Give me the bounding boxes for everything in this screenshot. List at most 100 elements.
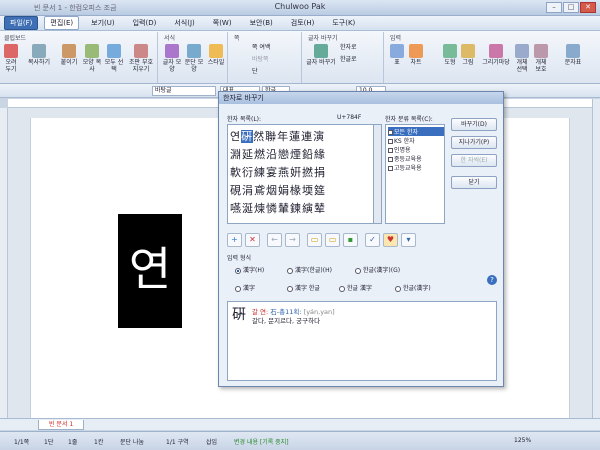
- table-button[interactable]: 표: [390, 44, 404, 66]
- category-list[interactable]: 모든 한자 KS 한자 인명용 중등교육용 고등교육용: [385, 124, 445, 224]
- hanja-item[interactable]: 煙: [290, 148, 302, 161]
- hanja-item[interactable]: 椽: [290, 184, 302, 197]
- hanja-row[interactable]: 硯涓鳶烟娟椽堧筵: [230, 182, 326, 198]
- hanja-row[interactable]: 軟衍練宴燕姸撚捐: [230, 164, 326, 180]
- hanja-item[interactable]: 緣: [314, 148, 326, 161]
- hanja-item[interactable]: 鉛: [302, 148, 314, 161]
- para-shape-button[interactable]: 문단 모양: [184, 44, 204, 73]
- menu-review[interactable]: 검토(H): [285, 16, 321, 30]
- replace-button[interactable]: 바꾸기(D): [451, 118, 497, 131]
- hanja-item[interactable]: 衍: [242, 166, 254, 179]
- select-all-button[interactable]: 모두 선택: [104, 44, 124, 73]
- hanja-item[interactable]: 宴: [266, 166, 278, 179]
- to-hanja-button[interactable]: 한자로: [340, 44, 380, 51]
- format-radio[interactable]: 한글 漢字: [339, 283, 372, 292]
- skip-button[interactable]: 지나가기(P): [451, 136, 497, 149]
- category-item[interactable]: 모든 한자: [388, 127, 444, 136]
- hanja-row[interactable]: 연硏然聯年蓮連演: [230, 128, 325, 144]
- folder-icon[interactable]: ▭: [325, 233, 340, 247]
- hanja-item[interactable]: 燕: [278, 166, 290, 179]
- hanja-item[interactable]: 烟: [266, 184, 278, 197]
- selected-character[interactable]: 연: [118, 214, 182, 328]
- hanja-item[interactable]: 撚: [302, 166, 314, 179]
- hanja-item[interactable]: 鳶: [254, 184, 266, 197]
- menu-view[interactable]: 보기(U): [85, 16, 120, 30]
- minimize-button[interactable]: –: [546, 2, 562, 13]
- document-tab[interactable]: 빈 문서 1: [38, 420, 85, 430]
- picture-button[interactable]: 그림: [460, 44, 476, 66]
- hanja-item[interactable]: 辇: [314, 202, 326, 215]
- to-hangul-button[interactable]: 한글로: [340, 56, 380, 63]
- margin-button[interactable]: 쪽 여백: [252, 44, 300, 51]
- char-shape-button[interactable]: 글자 모양: [162, 44, 182, 73]
- hanja-item[interactable]: 煉: [254, 202, 266, 215]
- status-track-changes[interactable]: 변경 내용 [기록 중지]: [234, 437, 289, 446]
- close-dialog-button[interactable]: 닫기: [451, 176, 497, 189]
- style-button[interactable]: 스타일: [206, 44, 226, 66]
- category-item[interactable]: 고등교육용: [388, 163, 422, 172]
- hanja-item[interactable]: 練: [254, 166, 266, 179]
- hanja-item[interactable]: 鍊: [290, 202, 302, 215]
- delete-icon[interactable]: ✕: [245, 233, 260, 247]
- master-page-button[interactable]: 바탕쪽: [252, 56, 300, 63]
- format-radio[interactable]: 漢字: [235, 283, 255, 292]
- add-icon[interactable]: +: [227, 233, 242, 247]
- hanja-item[interactable]: 然: [253, 130, 265, 143]
- hanja-item[interactable]: 戀: [278, 148, 290, 161]
- shape-button[interactable]: 도형: [442, 44, 458, 66]
- maximize-button[interactable]: □: [563, 2, 579, 13]
- hanja-item[interactable]: 연: [230, 130, 241, 143]
- hanja-item[interactable]: 蓮: [289, 130, 301, 143]
- paste-button[interactable]: 붙이기: [58, 44, 80, 66]
- hanja-item[interactable]: 憐: [266, 202, 278, 215]
- menu-page[interactable]: 쪽(W): [207, 16, 238, 30]
- category-item[interactable]: KS 한자: [388, 136, 415, 145]
- clear-codes-button[interactable]: 조판 부호 지우기: [126, 44, 156, 73]
- category-item[interactable]: 인명용: [388, 145, 411, 154]
- menu-insert[interactable]: 입력(D): [127, 16, 163, 30]
- object-protect-button[interactable]: 개체 보호: [532, 44, 550, 73]
- hanja-item[interactable]: 演: [313, 130, 325, 143]
- style-select[interactable]: 바탕글: [152, 86, 216, 96]
- hanja-item[interactable]: 軟: [230, 166, 242, 179]
- column-button[interactable]: 단: [252, 68, 300, 75]
- hanja-item[interactable]: 延: [242, 148, 254, 161]
- status-mode[interactable]: 삽입: [206, 437, 217, 446]
- zoom-level[interactable]: 125%: [514, 437, 531, 444]
- hanja-item[interactable]: 年: [277, 130, 289, 143]
- menu-file[interactable]: 파일(F): [4, 16, 39, 30]
- menu-security[interactable]: 보안(B): [244, 16, 279, 30]
- menu-tools[interactable]: 도구(K): [326, 16, 361, 30]
- format-radio[interactable]: 漢字(한글)(H): [287, 265, 332, 274]
- symbol-button[interactable]: 문자표: [562, 44, 584, 66]
- format-copy-button[interactable]: 모양 복사: [82, 44, 102, 73]
- hanja-list[interactable]: 연硏然聯年蓮連演 淵延燃沿戀煙鉛緣 軟衍練宴燕姸撚捐 硯涓鳶烟娟椽堧筵 嚥涎煉憐…: [227, 124, 374, 224]
- menu-format[interactable]: 서식(J): [168, 16, 200, 30]
- hanja-item[interactable]: 聯: [265, 130, 277, 143]
- hanja-item[interactable]: 娟: [278, 184, 290, 197]
- menu-edit[interactable]: 편집(E): [44, 16, 80, 30]
- cut-button[interactable]: 오려 두기: [2, 44, 20, 73]
- heart-icon[interactable]: ♥: [383, 233, 398, 247]
- hanja-item[interactable]: 淵: [230, 148, 242, 161]
- arrow-left-icon[interactable]: ←: [267, 233, 282, 247]
- drawing-button[interactable]: 그리기마당: [480, 44, 512, 66]
- dropdown-icon[interactable]: ▾: [401, 233, 416, 247]
- category-item[interactable]: 중등교육용: [388, 154, 422, 163]
- hanja-item[interactable]: 堧: [302, 184, 314, 197]
- save-icon[interactable]: ▪: [343, 233, 358, 247]
- format-radio[interactable]: 한글(漢字)(G): [355, 265, 400, 274]
- hanja-item[interactable]: 沿: [266, 148, 278, 161]
- hanja-item[interactable]: 姸: [290, 166, 302, 179]
- hanja-item[interactable]: 筵: [314, 184, 326, 197]
- chart-button[interactable]: 차트: [408, 44, 424, 66]
- hanja-item[interactable]: 輦: [278, 202, 290, 215]
- format-radio[interactable]: 한글(漢字): [395, 283, 431, 292]
- close-button[interactable]: ✕: [580, 2, 596, 13]
- object-select-button[interactable]: 개체 선택: [514, 44, 530, 73]
- folder-open-icon[interactable]: ▭: [307, 233, 322, 247]
- char-convert-button[interactable]: 글자 바꾸기: [306, 44, 336, 66]
- hanja-item-selected[interactable]: 硏: [241, 130, 254, 143]
- help-icon[interactable]: ?: [487, 275, 497, 285]
- format-radio[interactable]: 漢字 한글: [287, 283, 320, 292]
